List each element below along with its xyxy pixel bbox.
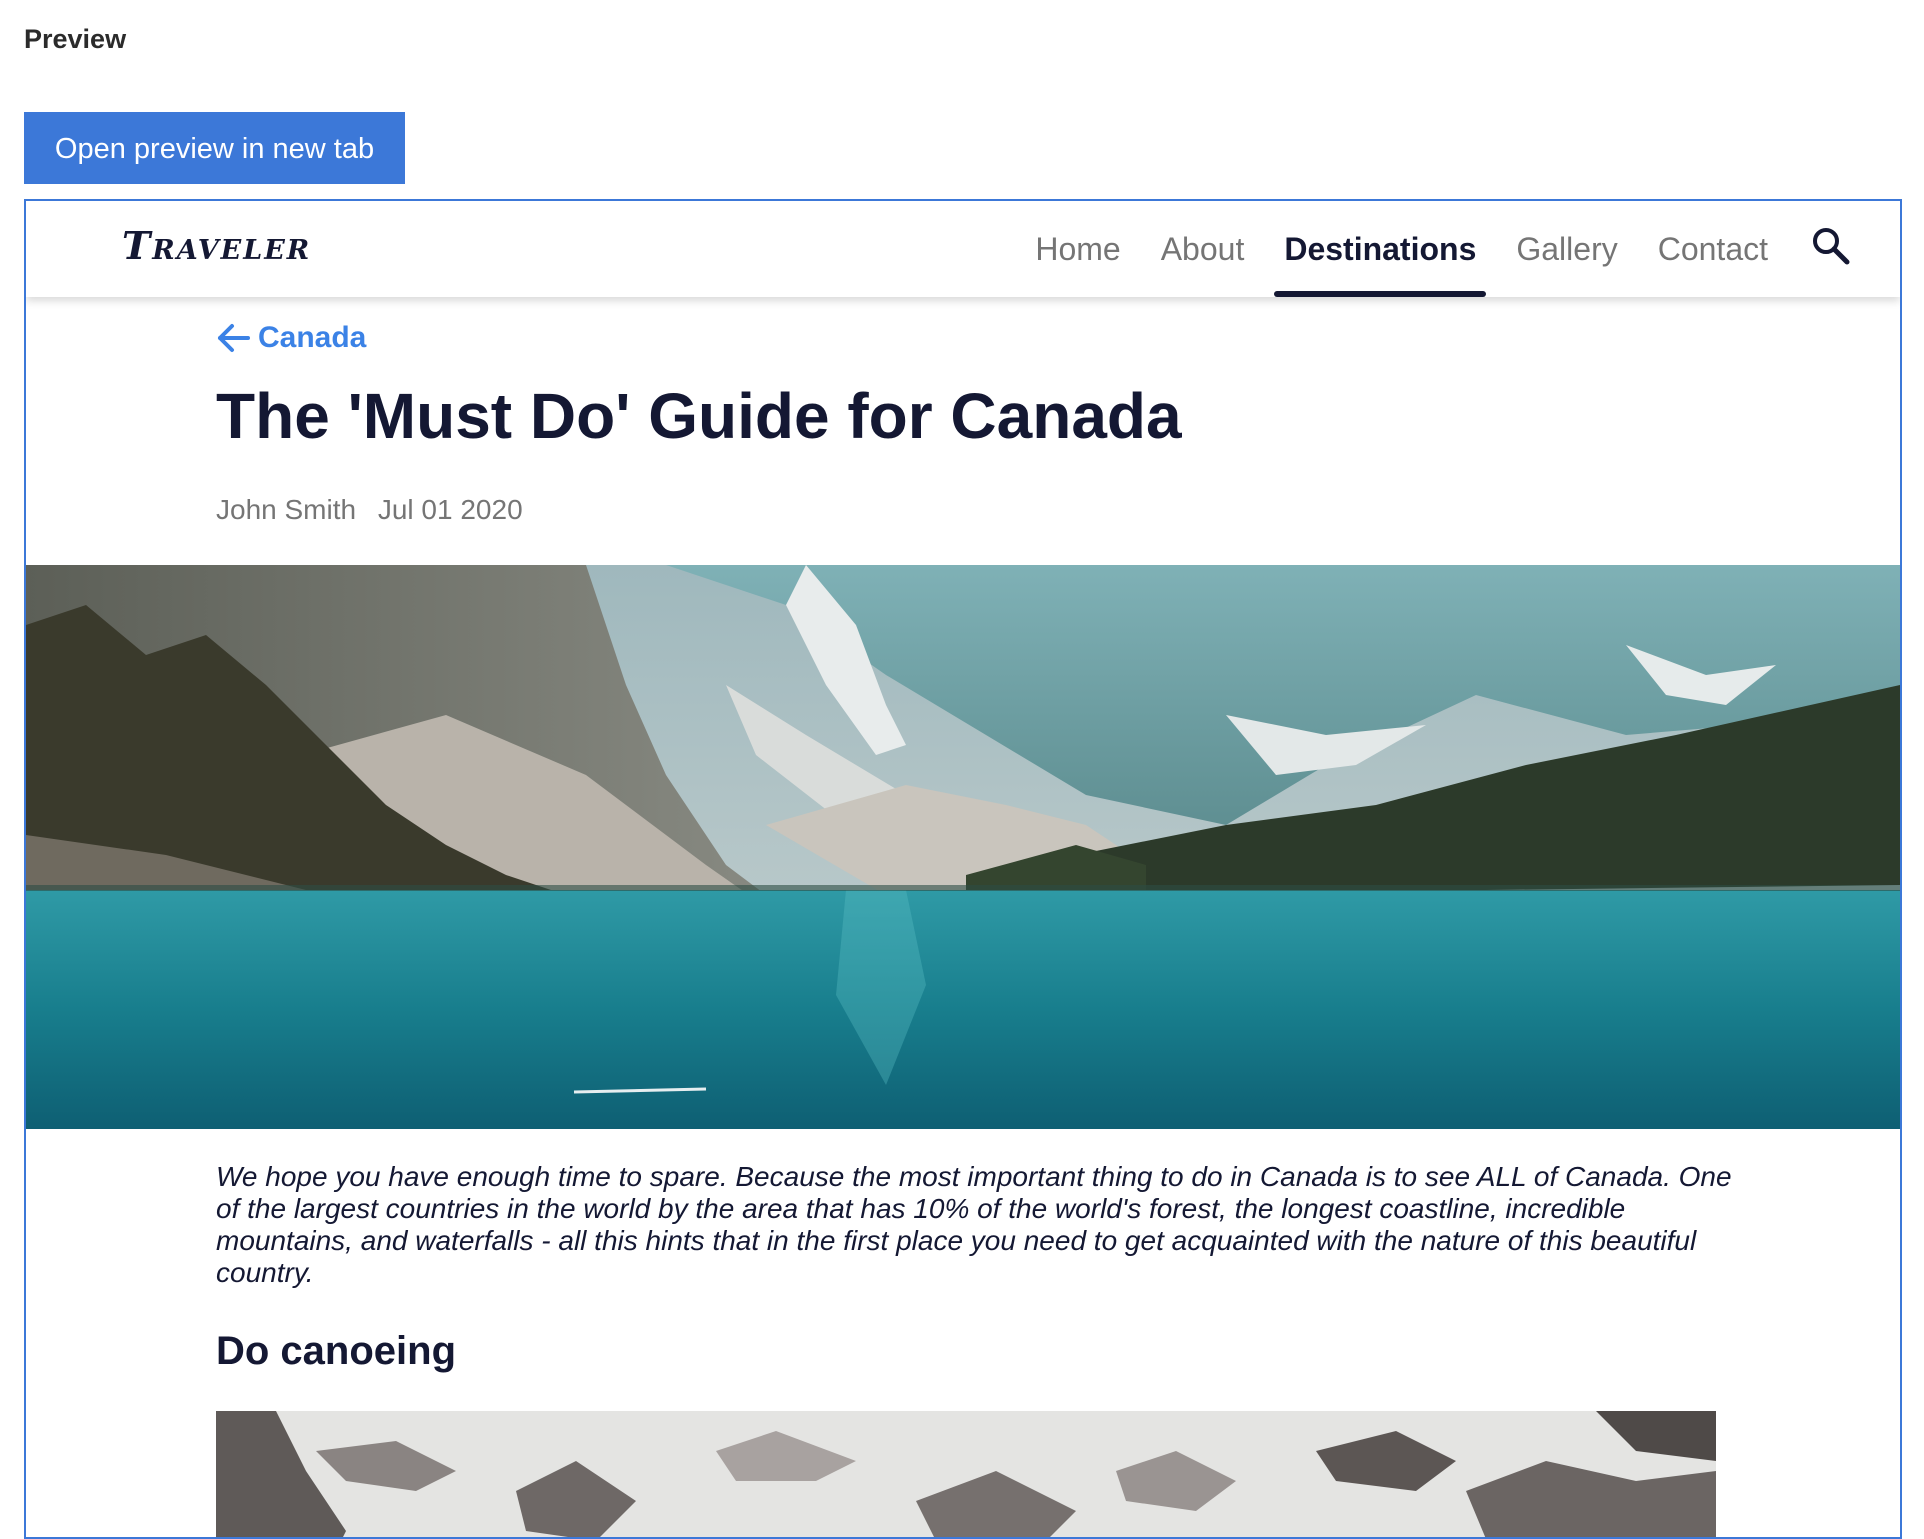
nav-item-gallery[interactable]: Gallery (1496, 201, 1637, 297)
article-title: The 'Must Do' Guide for Canada (216, 380, 1182, 452)
hero-image (26, 565, 1900, 1129)
article-meta: John Smith Jul 01 2020 (216, 494, 523, 526)
canoeing-image (216, 1411, 1716, 1537)
article-author: John Smith (216, 494, 357, 525)
nav-item-about[interactable]: About (1141, 201, 1265, 297)
site-logo[interactable]: Traveler (122, 223, 311, 268)
back-link-canada[interactable]: Canada (216, 321, 366, 355)
arrow-left-icon (218, 324, 250, 352)
back-link-label: Canada (258, 321, 367, 354)
nav-item-contact[interactable]: Contact (1638, 201, 1788, 297)
nav-item-destinations[interactable]: Destinations (1264, 201, 1496, 297)
site-header: Traveler Home About Destinations Gallery… (26, 201, 1900, 297)
article-intro: We hope you have enough time to spare. B… (216, 1161, 1732, 1288)
article-date: Jul 01 2020 (377, 494, 523, 525)
preview-frame: Traveler Home About Destinations Gallery… (24, 199, 1902, 1539)
section-heading: Do canoeing (216, 1329, 457, 1373)
open-preview-button[interactable]: Open preview in new tab (24, 112, 405, 184)
main-nav: Home About Destinations Gallery Contact (1015, 201, 1788, 297)
search-icon[interactable] (1810, 225, 1852, 267)
preview-label: Preview (24, 24, 127, 54)
nav-item-home[interactable]: Home (1015, 201, 1140, 297)
